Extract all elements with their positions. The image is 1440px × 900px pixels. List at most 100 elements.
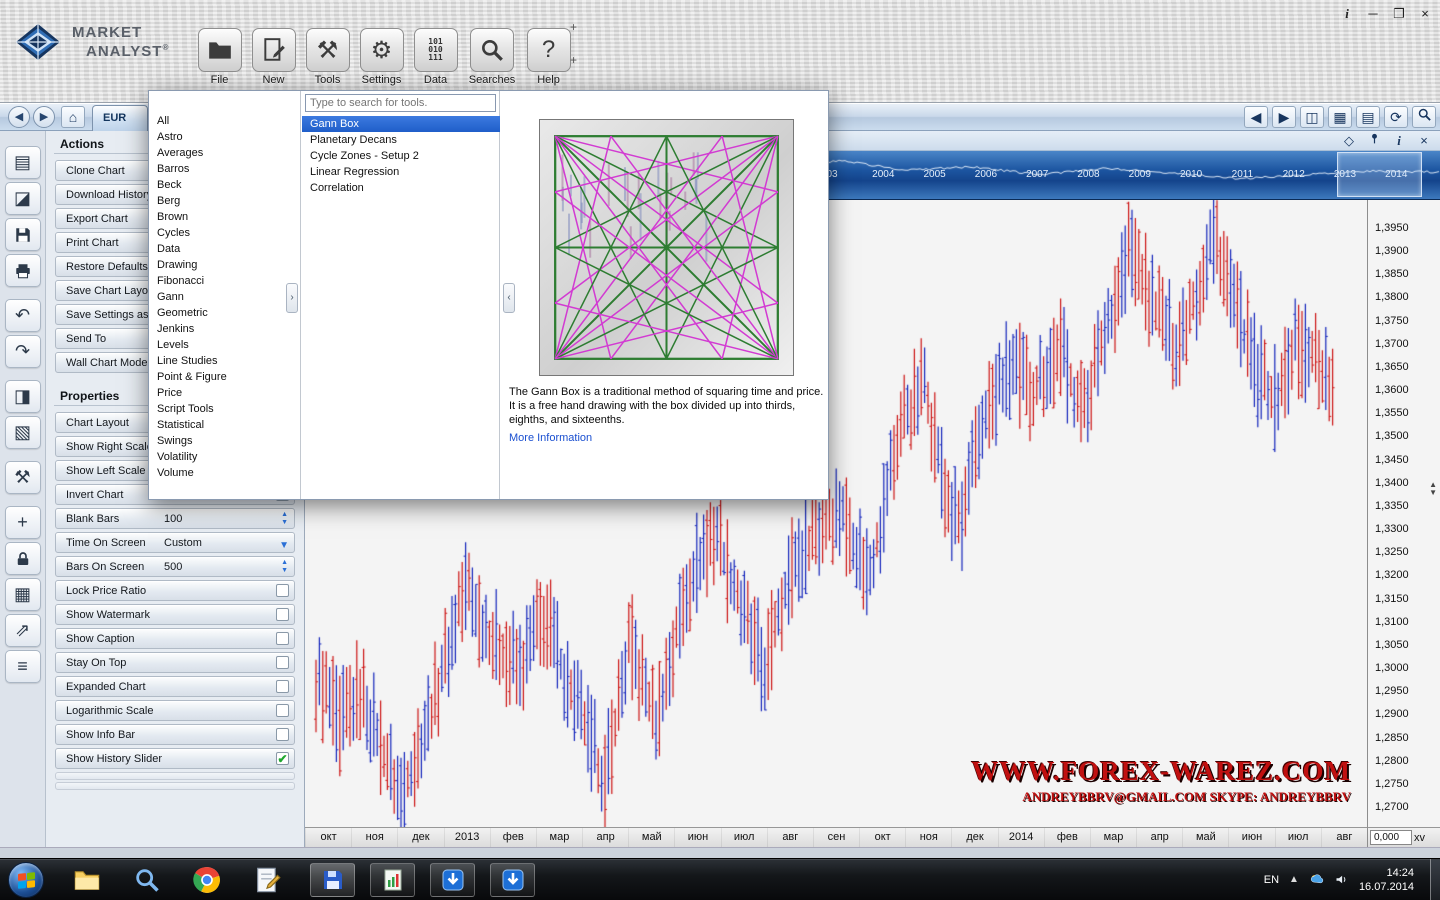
minimize-button[interactable]: ─: [1364, 6, 1382, 22]
chart-tab-eur[interactable]: EUR: [92, 105, 148, 131]
prop-show-history-slider[interactable]: Show History Slider✔: [55, 748, 295, 769]
info-icon[interactable]: i: [1391, 132, 1407, 149]
export-image-button[interactable]: ◨: [5, 380, 41, 413]
notes-button[interactable]: ≡: [5, 650, 41, 683]
close-button[interactable]: ×: [1416, 6, 1434, 22]
chrome-button[interactable]: [190, 863, 224, 897]
app-download-1-button[interactable]: [430, 863, 475, 897]
tool-gann-box[interactable]: Gann Box: [302, 116, 500, 132]
category-berg[interactable]: Berg: [149, 193, 300, 209]
grid-view-button[interactable]: ▦: [1328, 106, 1352, 128]
prop-stay-on-top[interactable]: Stay On Top: [55, 652, 295, 673]
prop-bars-on-screen[interactable]: Bars On Screen500▲▼: [55, 556, 295, 577]
history-selection[interactable]: [1337, 152, 1422, 197]
prev-chart-button[interactable]: ◀: [1244, 106, 1268, 128]
checkbox[interactable]: [276, 680, 289, 693]
grid-button[interactable]: ▦: [5, 578, 41, 611]
category-script-tools[interactable]: Script Tools: [149, 401, 300, 417]
category-data[interactable]: Data: [149, 241, 300, 257]
tool-planetary-decans[interactable]: Planetary Decans: [302, 132, 500, 148]
explorer-button[interactable]: [70, 863, 104, 897]
file-button[interactable]: [198, 28, 242, 72]
checkbox[interactable]: [276, 608, 289, 621]
searches-button[interactable]: [470, 28, 514, 72]
category-statistical[interactable]: Statistical: [149, 417, 300, 433]
category-brown[interactable]: Brown: [149, 209, 300, 225]
category-averages[interactable]: Averages: [149, 145, 300, 161]
category-volume[interactable]: Volume: [149, 465, 300, 481]
category-line-studies[interactable]: Line Studies: [149, 353, 300, 369]
prop-show-caption[interactable]: Show Caption: [55, 628, 295, 649]
layout-view-button[interactable]: ◫: [1300, 106, 1324, 128]
corner-value-box[interactable]: 0,000: [1370, 830, 1412, 845]
category-geometric[interactable]: Geometric: [149, 305, 300, 321]
category-volatility[interactable]: Volatility: [149, 449, 300, 465]
settings-button[interactable]: ⚙: [360, 28, 404, 72]
copy-image-button[interactable]: ▧: [5, 416, 41, 449]
checkbox-checked[interactable]: ✔: [276, 752, 289, 765]
collapse-left-handle[interactable]: ›: [286, 283, 298, 313]
tool-correlation[interactable]: Correlation: [302, 180, 500, 196]
save-chart-button[interactable]: [5, 218, 41, 251]
diamond-icon[interactable]: ◇: [1341, 132, 1357, 149]
prop-lock-price-ratio[interactable]: Lock Price Ratio: [55, 580, 295, 601]
checkbox[interactable]: [276, 656, 289, 669]
tools-button[interactable]: ⚒: [306, 28, 350, 72]
prop-show-watermark[interactable]: Show Watermark: [55, 604, 295, 625]
checkbox[interactable]: [276, 728, 289, 741]
checkbox[interactable]: [276, 632, 289, 645]
indicator-button[interactable]: ◪: [5, 182, 41, 215]
prop-time-on-screen[interactable]: Time On ScreenCustom▼: [55, 532, 295, 553]
tray-expand-icon[interactable]: ▲: [1289, 874, 1299, 885]
category-price[interactable]: Price: [149, 385, 300, 401]
language-indicator[interactable]: EN: [1264, 874, 1279, 886]
new-button[interactable]: [252, 28, 296, 72]
wrench-button[interactable]: ⚒: [5, 461, 41, 494]
start-button[interactable]: [8, 862, 44, 898]
pin-icon[interactable]: [1366, 132, 1382, 149]
refresh-button[interactable]: ⟳: [1384, 106, 1408, 128]
close-chart-icon[interactable]: ×: [1416, 132, 1432, 149]
prop-logarithmic-scale[interactable]: Logarithmic Scale: [55, 700, 295, 721]
category-cycles[interactable]: Cycles: [149, 225, 300, 241]
stepper-control[interactable]: ▲▼: [281, 511, 288, 526]
app-chart-button[interactable]: [370, 863, 415, 897]
undo-button[interactable]: ↶: [5, 299, 41, 332]
help-button[interactable]: ?: [527, 28, 571, 72]
editor-button[interactable]: [250, 863, 284, 897]
redo-button[interactable]: ↷: [5, 335, 41, 368]
search-app-button[interactable]: [130, 863, 164, 897]
dropdown-chevron-icon[interactable]: ▼: [279, 536, 289, 553]
category-fibonacci[interactable]: Fibonacci: [149, 273, 300, 289]
category-astro[interactable]: Astro: [149, 129, 300, 145]
forward-button[interactable]: ▶: [33, 106, 55, 128]
scale-drag-handle[interactable]: ▲▼: [1429, 481, 1437, 497]
checkbox[interactable]: [276, 584, 289, 597]
category-swings[interactable]: Swings: [149, 433, 300, 449]
category-all[interactable]: All: [149, 113, 300, 129]
category-levels[interactable]: Levels: [149, 337, 300, 353]
next-chart-button[interactable]: ▶: [1272, 106, 1296, 128]
tool-linear-regression[interactable]: Linear Regression: [302, 164, 500, 180]
tray-weather-icon[interactable]: [1309, 872, 1324, 887]
checkbox[interactable]: [276, 704, 289, 717]
show-desktop-button[interactable]: [1430, 859, 1440, 900]
prop-blank-bars[interactable]: Blank Bars100▲▼: [55, 508, 295, 529]
tool-search-input[interactable]: [305, 94, 496, 112]
home-button[interactable]: ⌂: [61, 106, 85, 128]
more-information-link[interactable]: More Information: [509, 432, 592, 444]
time-axis[interactable]: октноядек2013февмарапрмайиюниюлавгсенокт…: [305, 827, 1367, 847]
crosshair-add-button[interactable]: +: [5, 506, 41, 539]
maximize-button[interactable]: ❐: [1390, 6, 1408, 22]
lock-button[interactable]: [5, 542, 41, 575]
chart-view-button[interactable]: ▤: [1356, 106, 1380, 128]
category-jenkins[interactable]: Jenkins: [149, 321, 300, 337]
collapse-right-handle[interactable]: ‹: [503, 283, 515, 313]
category-beck[interactable]: Beck: [149, 177, 300, 193]
prop-show-info-bar[interactable]: Show Info Bar: [55, 724, 295, 745]
share-button[interactable]: ⇗: [5, 614, 41, 647]
price-scale[interactable]: 1,39501,39001,38501,38001,37501,37001,36…: [1367, 200, 1440, 827]
app-save-button[interactable]: [310, 863, 355, 897]
category-gann[interactable]: Gann: [149, 289, 300, 305]
volume-icon[interactable]: [1334, 872, 1349, 887]
